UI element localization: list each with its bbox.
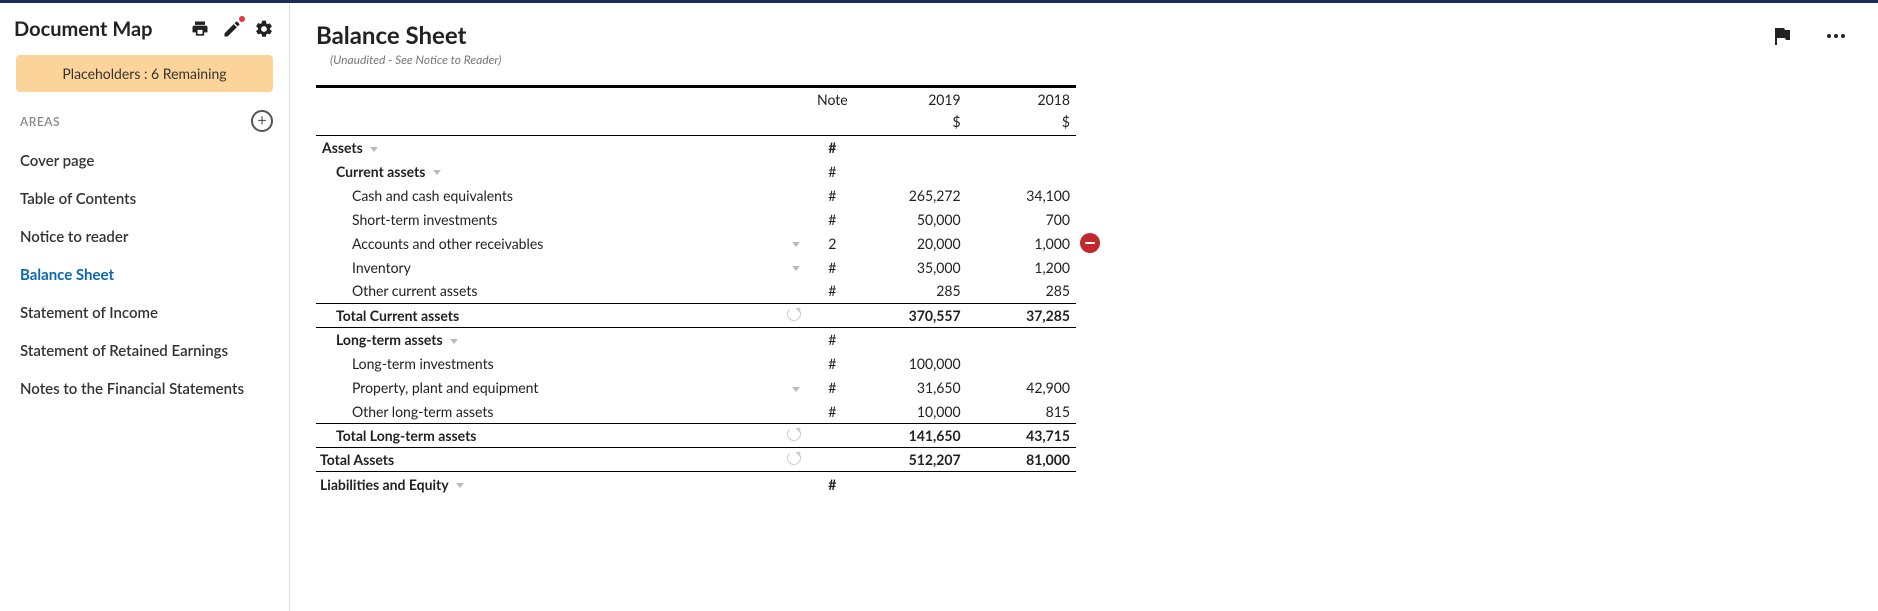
areas-label: AREAS [20, 114, 60, 129]
balance-sheet-table: Note 2019 2018 $ $ Assets # Current asse… [316, 85, 1076, 496]
sidebar: Document Map Placeholders : 6 Remaining … [0, 3, 290, 611]
more-icon[interactable] [1824, 24, 1848, 48]
table-row[interactable]: Inventory # 35,000 1,200 [316, 255, 1076, 279]
table-row[interactable]: Other long-term assets # 10,000 815 [316, 400, 1076, 424]
chevron-down-icon [456, 483, 464, 488]
balance-sheet-wrapper: Note 2019 2018 $ $ Assets # Current asse… [316, 85, 1848, 496]
table-row[interactable]: Accounts and other receivables 2 20,000 … [316, 231, 1076, 255]
main-content: Balance Sheet (Unaudited - See Notice to… [290, 3, 1878, 611]
edit-notification-dot [239, 16, 245, 22]
table-row[interactable]: Long-term investments # 100,000 [316, 352, 1076, 376]
sidebar-item-notes[interactable]: Notes to the Financial Statements [20, 370, 279, 408]
sidebar-item-notice[interactable]: Notice to reader [20, 218, 279, 256]
main-header-actions [1770, 24, 1848, 48]
add-area-button[interactable]: + [251, 110, 273, 132]
longterm-label: Long-term assets [336, 331, 443, 348]
sidebar-item-cover-page[interactable]: Cover page [20, 142, 279, 180]
chevron-down-icon [450, 339, 458, 344]
th-unit1: $ [857, 111, 966, 135]
areas-header: AREAS + [10, 110, 279, 142]
row-current-assets[interactable]: Current assets # [316, 159, 1076, 183]
error-badge-icon[interactable] [1080, 233, 1100, 253]
refresh-icon [787, 451, 801, 465]
placeholders-badge[interactable]: Placeholders : 6 Remaining [16, 55, 273, 92]
main-header: Balance Sheet [316, 21, 1848, 50]
sidebar-header: Document Map [10, 17, 279, 51]
sidebar-title: Document Map [14, 17, 153, 41]
row-total-assets[interactable]: Total Assets 512,207 81,000 [316, 448, 1076, 472]
sidebar-item-income[interactable]: Statement of Income [20, 294, 279, 332]
th-note: Note [807, 87, 857, 112]
print-icon[interactable] [189, 18, 211, 40]
sidebar-item-balance-sheet[interactable]: Balance Sheet [20, 256, 279, 294]
th-year1: 2019 [857, 87, 966, 112]
chevron-down-icon [792, 266, 800, 271]
row-total-current[interactable]: Total Current assets 370,557 37,285 [316, 303, 1076, 327]
chevron-down-icon [370, 147, 378, 152]
flag-icon[interactable] [1770, 24, 1794, 48]
row-liabilities-equity[interactable]: Liabilities and Equity # [316, 472, 1076, 496]
chevron-down-icon [792, 387, 800, 392]
assets-label: Assets [322, 139, 363, 156]
page-subtitle: (Unaudited - See Notice to Reader) [330, 52, 1848, 67]
refresh-icon [787, 307, 801, 321]
page-title: Balance Sheet [316, 21, 466, 50]
table-row[interactable]: Property, plant and equipment # 31,650 4… [316, 376, 1076, 400]
th-unit2: $ [967, 111, 1076, 135]
nav-list: Cover page Table of Contents Notice to r… [10, 142, 279, 408]
sidebar-item-toc[interactable]: Table of Contents [20, 180, 279, 218]
table-row[interactable]: Cash and cash equivalents # 265,272 34,1… [316, 183, 1076, 207]
liabilities-label: Liabilities and Equity [320, 476, 448, 493]
table-row[interactable]: Other current assets # 285 285 [316, 279, 1076, 303]
table-row[interactable]: Short-term investments # 50,000 700 [316, 207, 1076, 231]
row-assets[interactable]: Assets # [316, 135, 1076, 159]
row-total-longterm[interactable]: Total Long-term assets 141,650 43,715 [316, 424, 1076, 448]
chevron-down-icon [433, 170, 441, 175]
edit-icon[interactable] [221, 18, 243, 40]
th-year2: 2018 [967, 87, 1076, 112]
refresh-icon [787, 427, 801, 441]
current-assets-label: Current assets [336, 163, 425, 180]
gear-icon[interactable] [253, 18, 275, 40]
sidebar-item-retained[interactable]: Statement of Retained Earnings [20, 332, 279, 370]
chevron-down-icon [792, 242, 800, 247]
row-longterm-assets[interactable]: Long-term assets # [316, 328, 1076, 352]
